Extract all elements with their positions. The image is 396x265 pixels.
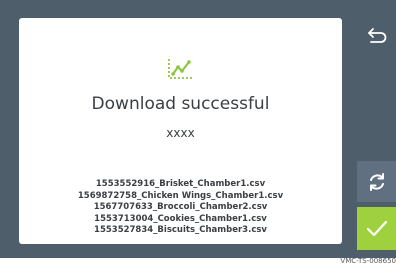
line-chart-icon: [168, 59, 192, 79]
refresh-icon: [369, 172, 384, 191]
download-dialog: Download successful xxxx 1553552916_Bris…: [19, 18, 342, 244]
file-item: 1553527834_Biscuits_Chamber3.csv: [94, 225, 267, 235]
file-list: 1553552916_Brisket_Chamber1.csv 15698727…: [19, 179, 342, 237]
confirm-button[interactable]: [357, 207, 396, 250]
dialog-subtitle: xxxx: [166, 126, 195, 140]
refresh-button[interactable]: [357, 161, 396, 202]
back-arrow-icon: [367, 28, 386, 43]
checkmark-icon: [366, 220, 387, 236]
file-item: 1569872758_Chicken Wings_Chamber1.csv: [77, 190, 284, 201]
back-button[interactable]: [357, 18, 396, 54]
figure-id: VMC-TS-008650: [340, 257, 396, 265]
file-item: 1553552916_Brisket_Chamber1.csv: [95, 179, 266, 189]
file-item: 1553713004_Cookies_Chamber1.csv: [94, 213, 267, 224]
file-item: 1567707633_Broccoli_Chamber2.csv: [93, 202, 268, 212]
dialog-title: Download successful: [91, 94, 270, 114]
device-screen: Download successful xxxx 1553552916_Bris…: [0, 0, 396, 258]
